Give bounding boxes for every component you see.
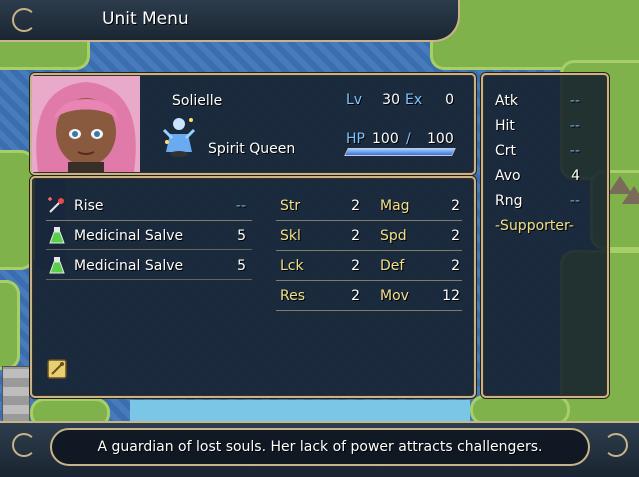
- exp-label: Ex: [405, 92, 423, 108]
- stat-res-label: Res: [280, 288, 306, 304]
- item-name: Medicinal Salve: [74, 258, 184, 274]
- hp-label: HP: [346, 131, 365, 147]
- ornament-icon: [12, 433, 36, 457]
- unit-name: Solielle: [172, 93, 223, 109]
- scroll-icon[interactable]: [46, 358, 68, 380]
- stat-mov-value: 12: [442, 288, 460, 304]
- hp-current: 100: [372, 131, 399, 147]
- avo-value: 4: [571, 168, 580, 184]
- hit-value: --: [569, 118, 580, 134]
- unit-class: Spirit Queen: [208, 141, 296, 157]
- rng-value: --: [569, 193, 580, 209]
- crt-label: Crt: [495, 143, 517, 159]
- item-name: Rise: [74, 198, 104, 214]
- window-title: Unit Menu: [102, 9, 189, 29]
- level-label: Lv: [346, 92, 363, 108]
- stat-def-label: Def: [380, 258, 405, 274]
- stat-def-value: 2: [451, 258, 460, 274]
- item-uses: 5: [237, 258, 246, 274]
- item-uses: 5: [237, 228, 246, 244]
- stat-lck-label: Lck: [280, 258, 304, 274]
- ornament-icon: [12, 8, 36, 32]
- atk-value: --: [569, 93, 580, 109]
- item-uses: --: [235, 198, 246, 214]
- avo-label: Avo: [495, 168, 521, 184]
- class-sprite-icon: [162, 112, 196, 158]
- item-name: Medicinal Salve: [74, 228, 184, 244]
- stat-lck-value: 2: [351, 258, 360, 274]
- ornament-icon: [604, 433, 628, 457]
- description-bar: A guardian of lost souls. Her lack of po…: [0, 421, 639, 477]
- stat-str-value: 2: [351, 198, 360, 214]
- unit-portrait: [32, 76, 140, 172]
- hp-bar: [344, 148, 456, 156]
- hit-label: Hit: [495, 118, 515, 134]
- title-bar: Unit Menu: [0, 0, 460, 42]
- description-box: A guardian of lost souls. Her lack of po…: [50, 428, 590, 466]
- stat-skl-label: Skl: [280, 228, 301, 244]
- stone-pillar: [2, 366, 30, 424]
- atk-label: Atk: [495, 93, 518, 109]
- unit-description: A guardian of lost souls. Her lack of po…: [97, 439, 543, 455]
- role-label: -Supporter-: [495, 218, 574, 234]
- level-value: 30: [382, 92, 400, 108]
- stat-spd-value: 2: [451, 228, 460, 244]
- stat-skl-value: 2: [351, 228, 360, 244]
- crt-value: --: [569, 143, 580, 159]
- stat-res-value: 2: [351, 288, 360, 304]
- exp-value: 0: [445, 92, 454, 108]
- hp-max: 100: [427, 131, 454, 147]
- potion-icon: [49, 257, 65, 274]
- stat-spd-label: Spd: [380, 228, 407, 244]
- item-slot-2[interactable]: Medicinal Salve 5: [46, 224, 252, 250]
- stat-mag-value: 2: [451, 198, 460, 214]
- stat-str-label: Str: [280, 198, 301, 214]
- potion-icon: [49, 227, 65, 244]
- hp-separator: /: [406, 131, 411, 147]
- mountain-icon: [622, 186, 639, 204]
- staff-icon: [48, 197, 64, 213]
- item-slot-3[interactable]: Medicinal Salve 5: [46, 254, 252, 280]
- item-slot-1[interactable]: Rise --: [46, 194, 252, 220]
- stat-mov-label: Mov: [380, 288, 409, 304]
- hp-bar-fill: [345, 149, 455, 155]
- rng-label: Rng: [495, 193, 523, 209]
- stat-mag-label: Mag: [380, 198, 410, 214]
